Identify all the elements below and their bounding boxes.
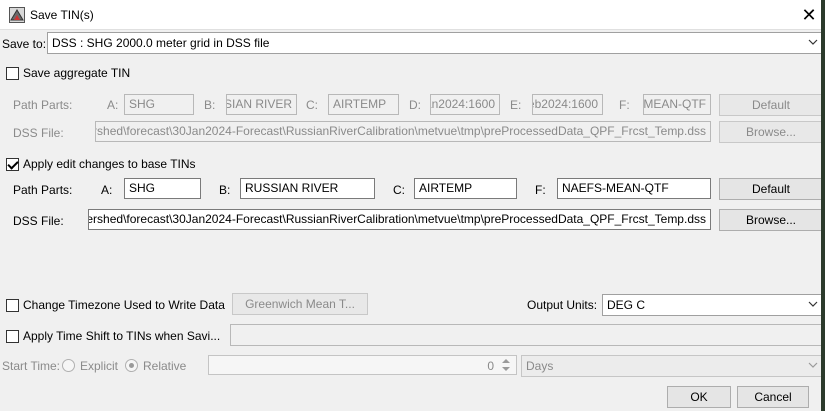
timezone-button[interactable]: Greenwich Mean T... [232, 293, 368, 315]
base-a-label: A: [101, 183, 113, 197]
base-dss-file-input[interactable]: C:\Users\watershed\forecast\30Jan2024-Fo… [88, 209, 711, 230]
spinner-arrows-icon[interactable] [499, 357, 513, 373]
time-unit-value: Days [526, 359, 554, 373]
base-path-parts-label: Path Parts: [13, 183, 73, 197]
save-to-select[interactable]: DSS : SHG 2000.0 meter grid in DSS file [47, 32, 823, 54]
save-aggregate-label: Save aggregate TIN [23, 66, 131, 80]
aggregate-a-label: A: [107, 98, 119, 112]
output-units-label: Output Units: [527, 298, 598, 312]
base-a-input[interactable]: SHG [124, 178, 201, 199]
apply-edit-checkbox[interactable] [6, 158, 19, 171]
aggregate-path-parts-label: Path Parts: [13, 98, 73, 112]
cancel-button[interactable]: Cancel [737, 386, 809, 408]
save-to-value: DSS : SHG 2000.0 meter grid in DSS file [52, 36, 270, 50]
explicit-radio[interactable] [62, 359, 75, 372]
time-shift-spinner[interactable]: 0 [208, 355, 517, 375]
aggregate-f-label: F: [619, 98, 630, 112]
chevron-down-icon [808, 39, 818, 45]
aggregate-f-input[interactable]: NAEFS-MEAN-QTF [643, 94, 711, 115]
window-title: Save TIN(s) [30, 8, 94, 22]
base-f-input[interactable]: NAEFS-MEAN-QTF [557, 178, 711, 199]
chevron-down-icon [808, 301, 818, 307]
tin-app-icon [9, 7, 25, 23]
aggregate-c-label: C: [306, 98, 318, 112]
title-bar [0, 0, 825, 30]
base-default-button[interactable]: Default [719, 178, 823, 200]
aggregate-a-input[interactable]: SHG [124, 94, 194, 115]
output-units-select[interactable]: DEG C [602, 294, 823, 316]
explicit-label: Explicit [80, 359, 119, 373]
apply-time-shift-label: Apply Time Shift to TINs when Savi... [23, 329, 221, 343]
aggregate-default-button[interactable]: Default [719, 94, 823, 116]
base-c-label: C: [393, 183, 405, 197]
aggregate-browse-button[interactable]: Browse... [719, 121, 823, 143]
chevron-down-icon [808, 362, 818, 368]
close-icon[interactable]: ✕ [798, 4, 820, 26]
aggregate-d-label: D: [409, 98, 421, 112]
start-time-label: Start Time: [2, 359, 61, 373]
base-browse-button[interactable]: Browse... [719, 209, 823, 231]
aggregate-b-input[interactable]: RUSSIAN RIVER [226, 94, 297, 115]
base-b-label: B: [219, 183, 231, 197]
relative-radio[interactable] [125, 359, 138, 372]
aggregate-c-input[interactable]: AIRTEMP [328, 94, 399, 115]
time-shift-field[interactable] [230, 324, 823, 346]
aggregate-dss-file-label: DSS File: [13, 126, 64, 140]
relative-label: Relative [143, 359, 187, 373]
base-dss-file-label: DSS File: [13, 214, 64, 228]
window-edge [821, 0, 825, 411]
time-unit-select[interactable]: Days [521, 355, 823, 377]
change-timezone-label: Change Timezone Used to Write Data [23, 298, 225, 312]
aggregate-dss-file-input[interactable]: C:\Users\watershed\forecast\30Jan2024-Fo… [95, 121, 711, 142]
aggregate-e-label: E: [510, 98, 522, 112]
aggregate-e-input[interactable]: 01Feb2024:1600 [532, 94, 603, 115]
aggregate-b-label: B: [204, 98, 216, 112]
time-shift-spinner-value: 0 [487, 359, 494, 373]
output-units-value: DEG C [607, 298, 646, 312]
apply-edit-label: Apply edit changes to base TINs [23, 157, 196, 171]
change-timezone-checkbox[interactable] [6, 299, 19, 312]
base-c-input[interactable]: AIRTEMP [414, 178, 517, 199]
apply-time-shift-checkbox[interactable] [6, 330, 19, 343]
base-b-input[interactable]: RUSSIAN RIVER [240, 178, 375, 199]
aggregate-d-input[interactable]: 30Jan2024:1600 [430, 94, 500, 115]
base-f-label: F: [535, 183, 546, 197]
save-aggregate-checkbox[interactable] [6, 67, 19, 80]
save-to-label: Save to: [2, 37, 47, 51]
ok-button[interactable]: OK [667, 386, 731, 408]
